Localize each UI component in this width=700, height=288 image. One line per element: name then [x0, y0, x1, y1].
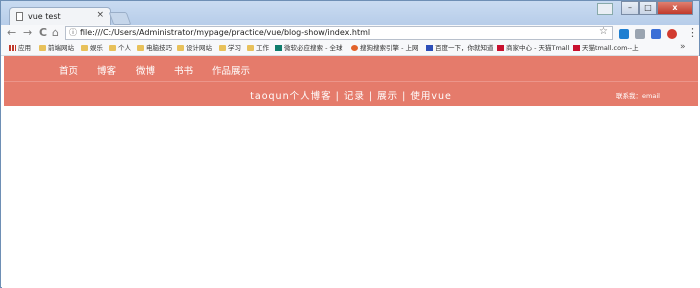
reload-icon[interactable]: C — [39, 26, 47, 40]
bookmark-item[interactable]: 应用 — [9, 44, 31, 52]
baidu-icon — [426, 45, 433, 51]
bookmark-item[interactable]: 微软必应搜索 - 全球 — [275, 44, 342, 52]
close-window-button[interactable]: x — [657, 1, 693, 15]
apps-icon — [9, 45, 16, 51]
bing-icon — [275, 45, 282, 51]
menu-icon[interactable]: ⋮ — [687, 26, 698, 39]
extension-icon[interactable] — [651, 29, 661, 39]
forward-icon[interactable]: → — [23, 26, 32, 40]
bookmark-item[interactable]: 学习 — [219, 44, 241, 52]
page-viewport: 首页 博客 微博 书书 作品展示 taoqun个人博客 | 记录 | 展示 | … — [2, 56, 700, 288]
bookmarks-overflow-icon[interactable]: » — [680, 42, 686, 52]
bookmark-item[interactable]: 百度一下，你就知道 — [426, 44, 494, 52]
sogou-icon — [351, 45, 358, 51]
folder-icon — [109, 45, 116, 51]
minimize-button[interactable]: – — [621, 1, 639, 15]
profile-button[interactable] — [597, 3, 613, 15]
browser-window: vue test × – □ x ← → C ⌂ ⓘ file:///C:/Us… — [0, 0, 700, 288]
nav-item-weibo[interactable]: 微博 — [136, 63, 155, 77]
bookmark-item[interactable]: 搜狗搜索引擎 - 上网 — [351, 44, 418, 52]
bookmark-item[interactable]: 工作 — [247, 44, 269, 52]
back-icon[interactable]: ← — [7, 26, 16, 40]
title-bar: vue test × – □ x — [1, 1, 699, 26]
adblock-icon[interactable] — [667, 29, 677, 39]
url-text[interactable]: file:///C:/Users/Administrator/mypage/pr… — [80, 27, 370, 39]
site-subtitle: taoqun个人博客 | 记录 | 展示 | 使用vue — [250, 91, 452, 102]
browser-toolbar: ← → C ⌂ ⓘ file:///C:/Users/Administrator… — [1, 25, 699, 41]
tmall-icon — [497, 45, 504, 51]
bookmark-item[interactable]: 娱乐 — [81, 44, 103, 52]
bookmark-item[interactable]: 商家中心 - 天猫Tmall — [497, 44, 569, 52]
bookmarks-bar: 应用 前端网站 娱乐 个人 电脑技巧 设计网站 学习 工作 微软必应搜索 - 全… — [1, 41, 699, 56]
tab-close-icon[interactable]: × — [96, 10, 104, 20]
home-icon[interactable]: ⌂ — [52, 26, 59, 40]
nav-item-home[interactable]: 首页 — [59, 63, 78, 77]
tmall-icon — [573, 45, 580, 51]
sub-header: taoqun个人博客 | 记录 | 展示 | 使用vue 联系我：email — [4, 81, 698, 106]
maximize-button[interactable]: □ — [639, 1, 657, 15]
tab-title: vue test — [28, 12, 61, 21]
nav-item-works[interactable]: 作品展示 — [212, 63, 250, 77]
folder-icon — [81, 45, 88, 51]
bookmark-item[interactable]: 个人 — [109, 44, 131, 52]
info-icon[interactable]: ⓘ — [69, 27, 77, 39]
bookmark-star-icon[interactable]: ☆ — [599, 26, 608, 38]
address-bar[interactable]: ⓘ file:///C:/Users/Administrator/mypage/… — [65, 26, 613, 40]
extension-icon[interactable] — [619, 29, 629, 39]
new-tab-button[interactable] — [108, 12, 132, 25]
contact-link[interactable]: 联系我：email — [616, 90, 660, 100]
bookmark-item[interactable]: 前端网站 — [39, 44, 74, 52]
folder-icon — [219, 45, 226, 51]
folder-icon — [39, 45, 46, 51]
top-nav: 首页 博客 微博 书书 作品展示 — [4, 56, 698, 81]
page-icon — [16, 12, 23, 21]
folder-icon — [137, 45, 144, 51]
folder-icon — [247, 45, 254, 51]
folder-icon — [177, 45, 184, 51]
nav-item-books[interactable]: 书书 — [174, 63, 193, 77]
extension-icon[interactable] — [635, 29, 645, 39]
nav-item-blog[interactable]: 博客 — [97, 63, 116, 77]
bookmark-item[interactable]: 天猫tmall.com--上 — [573, 44, 639, 52]
browser-tab[interactable]: vue test × — [9, 7, 111, 26]
bookmark-item[interactable]: 电脑技巧 — [137, 44, 172, 52]
bookmark-item[interactable]: 设计网站 — [177, 44, 212, 52]
